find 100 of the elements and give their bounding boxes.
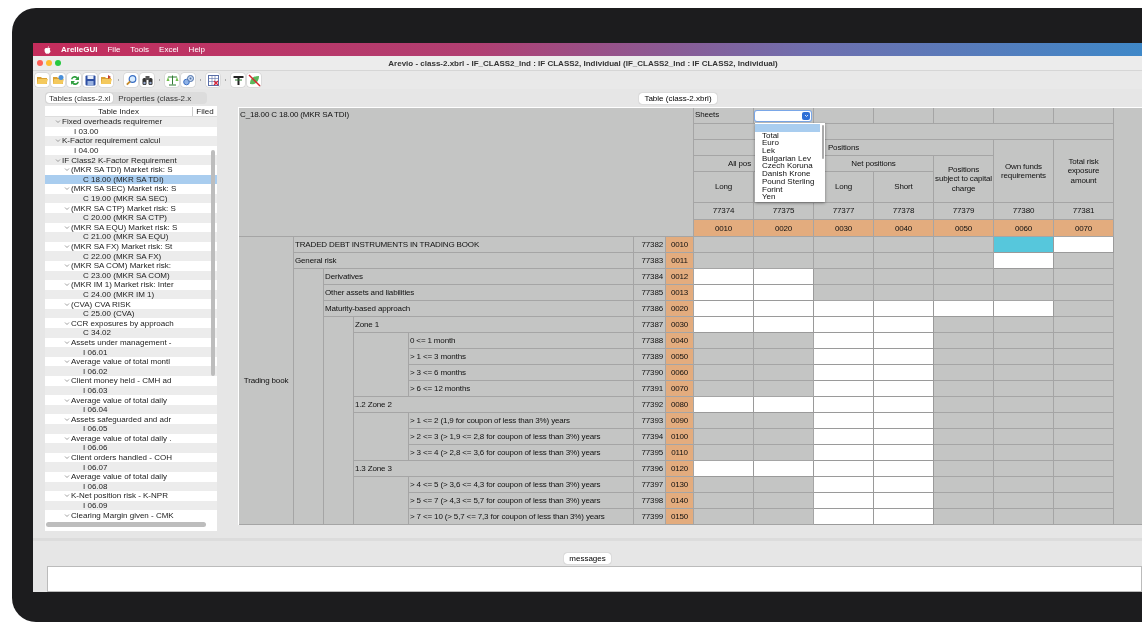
chevron-icon[interactable] (64, 493, 70, 499)
input-cell[interactable] (874, 493, 934, 509)
tree-item[interactable]: (MKR IM 1) Market risk: Inter (45, 280, 217, 290)
tree-item[interactable]: C 22.00 (MKR SA FX) (45, 251, 217, 261)
chevron-icon[interactable] (64, 378, 70, 384)
chevron-icon[interactable] (55, 138, 61, 144)
tree-item[interactable]: Average value of total daily (45, 471, 217, 482)
input-cell[interactable] (874, 429, 934, 445)
tree-item[interactable]: IF Class2 K-Factor Requirement (45, 155, 217, 165)
zoom-button[interactable] (55, 60, 61, 66)
menu-item[interactable]: File (107, 45, 121, 54)
input-cell[interactable] (814, 301, 874, 317)
tree-item[interactable]: C 19.00 (MKR SA SEC) (45, 193, 217, 204)
input-cell[interactable] (874, 509, 934, 525)
dropdown-option[interactable]: Lek (755, 147, 825, 155)
tree-item[interactable]: Average value of total daily (45, 395, 217, 405)
tree-item[interactable]: (MKR SA FX) Market risk: St (45, 241, 217, 252)
input-cell[interactable] (814, 333, 874, 349)
app-menu[interactable]: ArelleGUI (61, 45, 98, 54)
menu-item[interactable]: Help (188, 45, 206, 54)
input-cell[interactable] (994, 237, 1054, 253)
tree-item[interactable]: Client orders handled - COH (45, 452, 217, 463)
input-cell[interactable] (874, 317, 934, 333)
panel-tab[interactable]: Tables (class-2.xl (46, 93, 114, 103)
tree-item[interactable]: (MKR SA EQU) Market risk: S (45, 222, 217, 233)
tree-item[interactable]: (MKR SA CTP) Market risk: S (45, 203, 217, 213)
input-cell[interactable] (874, 381, 934, 397)
tree-item[interactable]: Fixed overheads requiremer (45, 117, 217, 127)
scrollbar-thumb[interactable] (822, 125, 824, 159)
scrollbar-thumb[interactable] (211, 150, 215, 376)
input-cell[interactable] (874, 445, 934, 461)
input-cell[interactable] (994, 253, 1054, 269)
chevron-icon[interactable] (64, 397, 70, 403)
chevron-icon[interactable] (64, 435, 70, 441)
chevron-icon[interactable] (64, 224, 70, 230)
input-cell[interactable] (874, 397, 934, 413)
input-cell[interactable] (814, 317, 874, 333)
tree-item[interactable]: CCR exposures by approach (45, 318, 217, 329)
input-cell[interactable] (994, 301, 1054, 317)
input-cell[interactable] (814, 381, 874, 397)
input-cell[interactable] (814, 365, 874, 381)
tree-item[interactable]: Assets under management - (45, 337, 217, 348)
tree-item[interactable]: (MKR SA TDI) Market risk: S (45, 164, 217, 175)
apple-icon[interactable] (44, 45, 51, 54)
messages-tab[interactable]: messages (564, 553, 611, 564)
column-header[interactable]: Filed (192, 106, 217, 116)
input-cell[interactable] (934, 301, 994, 317)
input-cell[interactable] (874, 349, 934, 365)
tree-item[interactable]: C 23.00 (MKR SA COM) (45, 270, 217, 281)
tree-item[interactable]: I 06.01 (45, 347, 217, 357)
tree-item[interactable]: I 06.03 (45, 385, 217, 396)
input-cell[interactable] (874, 365, 934, 381)
tree-item[interactable]: I 06.02 (45, 366, 217, 377)
toolbar-button[interactable] (231, 73, 245, 87)
input-cell[interactable] (694, 301, 754, 317)
tree-item[interactable]: C 34.02 (45, 328, 217, 338)
dropdown-option[interactable]: Total (755, 131, 825, 140)
input-cell[interactable] (754, 285, 814, 301)
input-cell[interactable] (874, 461, 934, 477)
input-cell[interactable] (874, 413, 934, 429)
dropdown-option[interactable]: Euro (755, 139, 825, 148)
tree-item[interactable]: I 06.07 (45, 462, 217, 472)
chevron-icon[interactable] (64, 320, 70, 326)
input-cell[interactable] (814, 349, 874, 365)
chevron-icon[interactable] (55, 119, 61, 125)
tree-item[interactable]: (MKR SA SEC) Market risk: S (45, 184, 217, 194)
input-cell[interactable] (874, 301, 934, 317)
input-cell[interactable] (814, 445, 874, 461)
tree-item[interactable]: Average value of total montl (45, 356, 217, 367)
menu-item[interactable]: Excel (159, 45, 179, 54)
input-cell[interactable] (694, 285, 754, 301)
input-cell[interactable] (814, 477, 874, 493)
sheets-dropdown[interactable] (755, 110, 811, 121)
tree-item[interactable]: I 06.09 (45, 500, 217, 511)
input-cell[interactable] (814, 429, 874, 445)
tree-item[interactable]: Average value of total daily . (45, 433, 217, 444)
tree-item[interactable]: (MKR SA COM) Market risk: (45, 260, 217, 271)
input-cell[interactable] (694, 397, 754, 413)
chevron-icon[interactable] (64, 205, 70, 211)
chevron-icon[interactable] (64, 282, 70, 288)
input-cell[interactable] (754, 301, 814, 317)
tree-item[interactable]: K-Factor requirement calcul (45, 136, 217, 146)
tree-item[interactable]: I 03.00 (45, 126, 217, 137)
toolbar-button[interactable] (140, 73, 154, 87)
tree-item[interactable]: Clearing Margin given - CMK (45, 510, 217, 520)
input-cell[interactable] (1054, 237, 1114, 253)
tree-item[interactable]: C 21.00 (MKR SA EQU) (45, 232, 217, 242)
input-cell[interactable] (754, 461, 814, 477)
tree-item[interactable]: (CVA) CVA RISK (45, 299, 217, 309)
tree-item[interactable]: I 06.04 (45, 404, 217, 415)
input-cell[interactable] (814, 493, 874, 509)
input-cell[interactable] (694, 317, 754, 333)
scrollbar-thumb[interactable] (46, 522, 206, 527)
tree-item[interactable]: I 06.05 (45, 424, 217, 434)
table-tab[interactable]: Table (class-2.xbrl) (639, 93, 717, 104)
close-button[interactable] (37, 60, 43, 66)
chevron-icon[interactable] (64, 474, 70, 480)
tree-item[interactable]: C 20.00 (MKR SA CTP) (45, 212, 217, 223)
panel-tab[interactable]: Properties (class-2.x (115, 93, 195, 103)
chevron-icon[interactable] (64, 244, 70, 249)
